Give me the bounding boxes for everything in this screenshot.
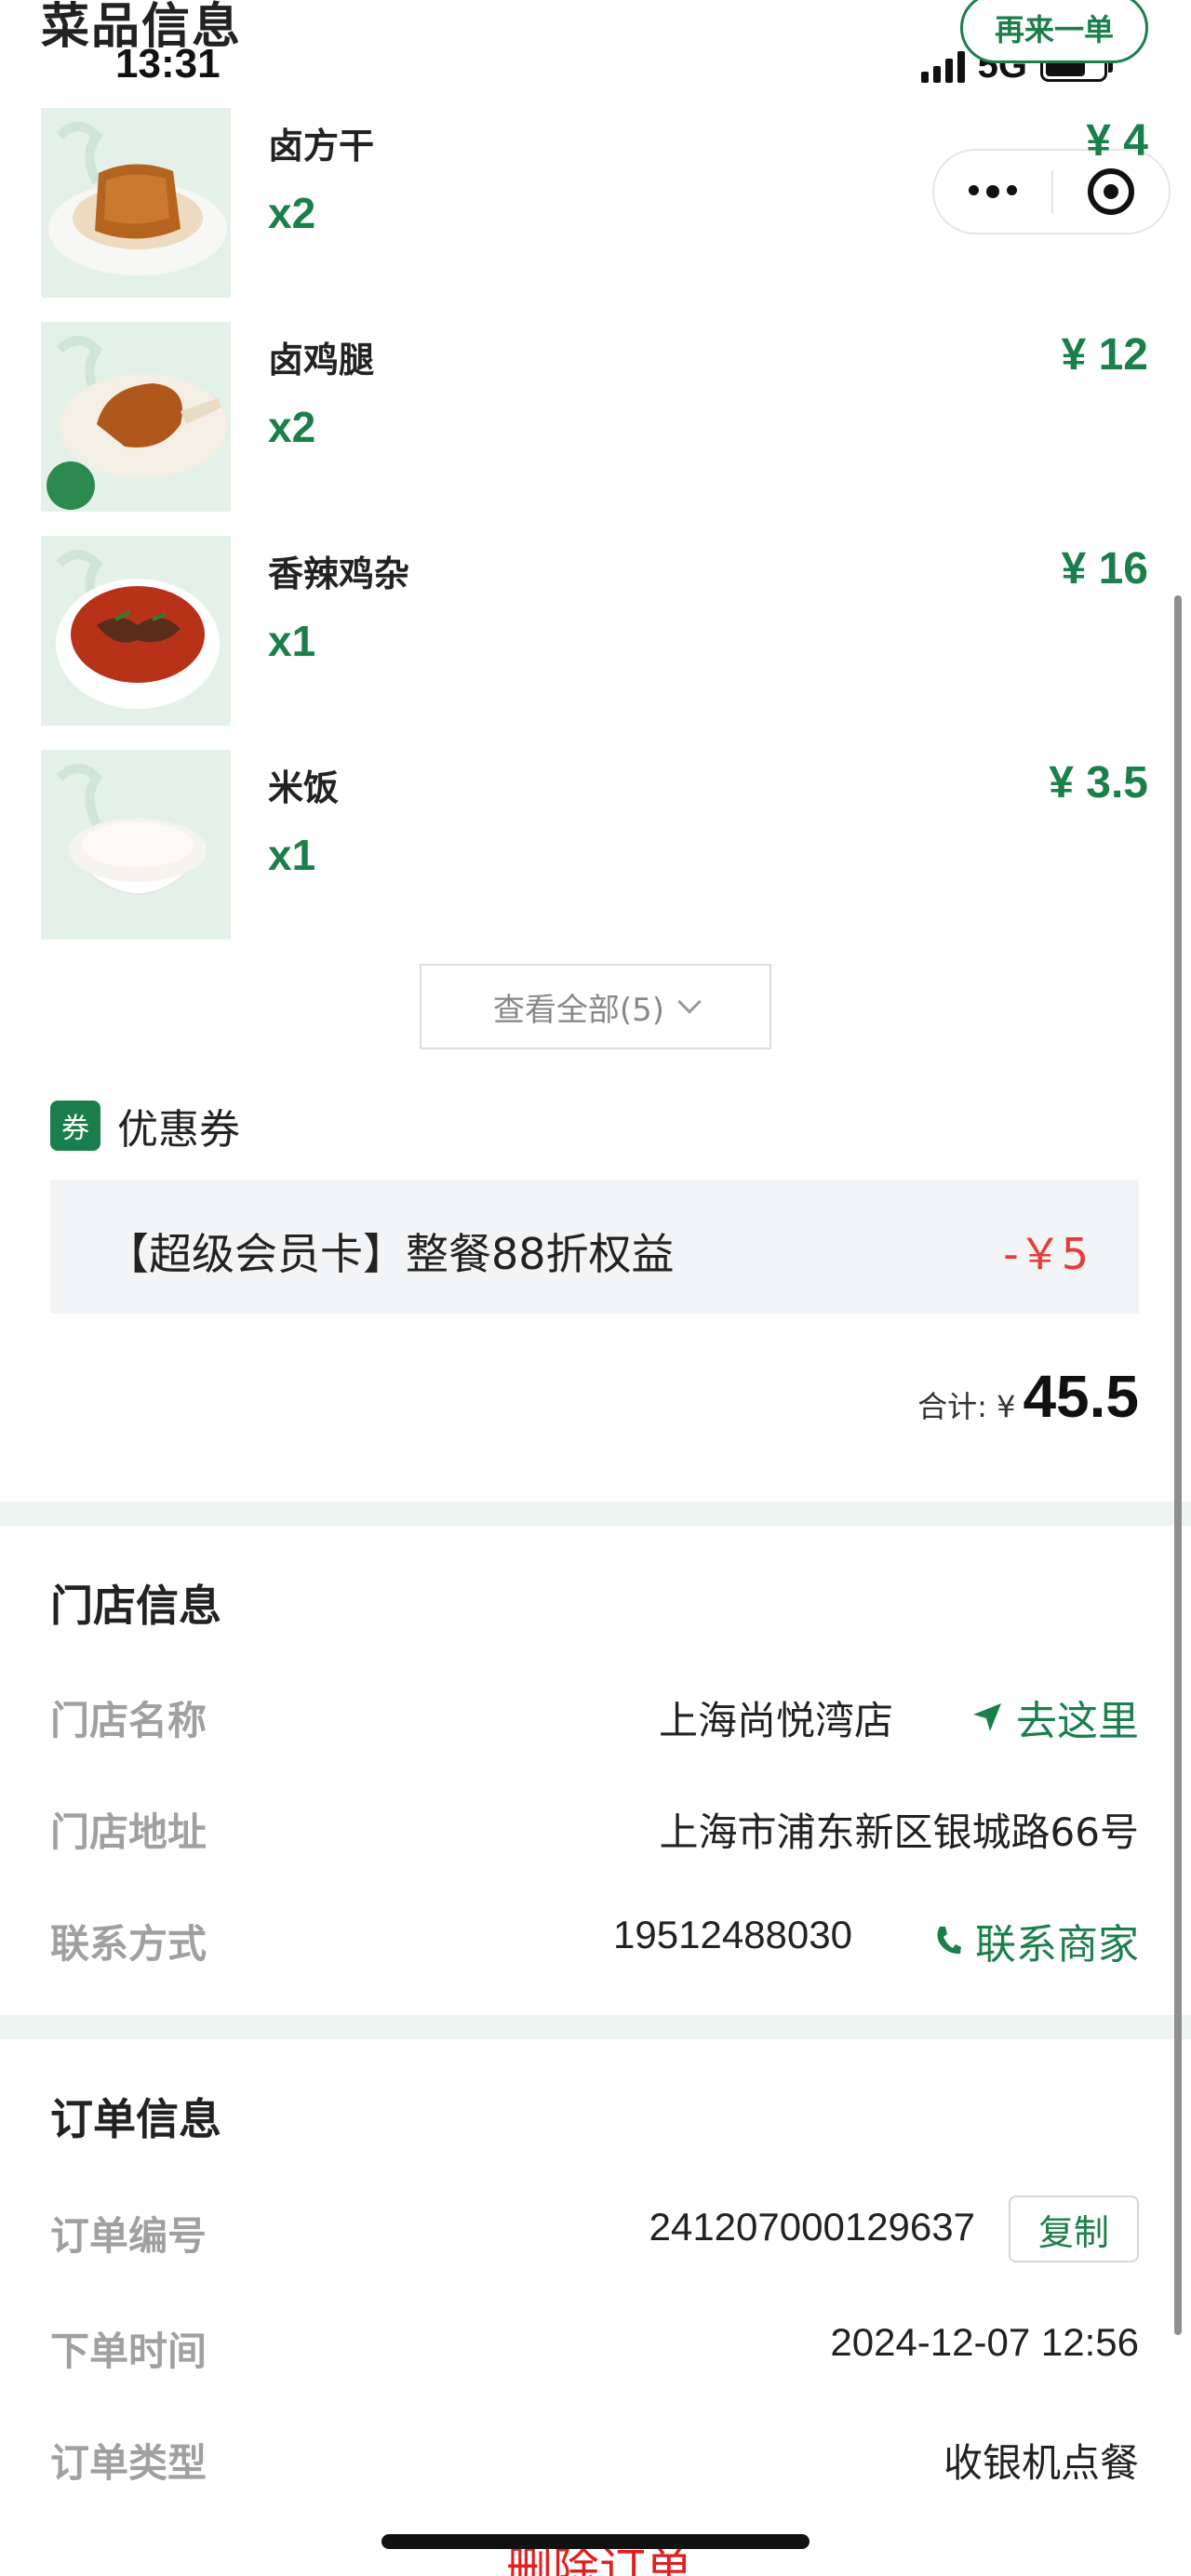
dish-price: ¥ 3.5 [1049, 758, 1148, 808]
store-address-row: 门店地址 上海市浦东新区银城路66号 [50, 1792, 1139, 1857]
reorder-button[interactable]: 再来一单 [960, 0, 1148, 63]
dish-quantity: x1 [268, 831, 316, 879]
store-name-row: 门店名称 上海尚悦湾店 去这里 [50, 1680, 1139, 1745]
order-number-row: 订单编号 241207000129637 复制 [50, 2196, 1139, 2262]
coupon-name: 【超级会员卡】整餐88折权益 [106, 1229, 675, 1279]
dish-image [41, 750, 231, 940]
dish-name: 卤鸡腿 [268, 340, 375, 380]
navigate-label: 去这里 [1016, 1698, 1139, 1745]
dish-item: 卤方干 x2 ¥ 4 [41, 108, 1148, 298]
order-time-label: 下单时间 [50, 2329, 207, 2374]
store-contact-label: 联系方式 [50, 1921, 207, 1967]
coupon-amount: -￥5 [1003, 1229, 1089, 1279]
dish-name: 米饭 [268, 767, 340, 808]
navigation-arrow-icon [973, 1703, 1001, 1731]
dish-item: 香辣鸡杂 x1 ¥ 16 [41, 536, 1148, 726]
dish-quantity: x2 [268, 189, 316, 237]
order-time-value: 2024-12-07 12:56 [830, 2320, 1139, 2364]
status-time: 13:31 [115, 41, 221, 87]
coupon-icon: 券 [50, 1101, 100, 1151]
view-all-label: 查看全部(5) [492, 991, 665, 1029]
order-type-row: 订单类型 收银机点餐 [50, 2423, 1139, 2488]
dish-item: 米饭 x1 ¥ 3.5 [41, 750, 1148, 940]
dish-image [41, 536, 231, 726]
store-contact-row: 联系方式 19512488030 联系商家 [50, 1903, 1139, 1969]
dish-price: ¥ 16 [1061, 544, 1148, 594]
total-value: 45.5 [1023, 1363, 1139, 1430]
order-info-title: 订单信息 [50, 2094, 221, 2144]
store-info-title: 门店信息 [50, 1581, 221, 1631]
order-time-row: 下单时间 2024-12-07 12:56 [50, 2311, 1139, 2376]
coupon-item: 【超级会员卡】整餐88折权益 -￥5 [50, 1180, 1139, 1314]
dish-name: 香辣鸡杂 [268, 554, 410, 594]
dish-price: ¥ 4 [1086, 116, 1148, 166]
signal-icon [920, 49, 965, 83]
order-number-value: 241207000129637 [649, 2205, 975, 2249]
home-indicator [381, 2534, 810, 2549]
coupon-header: 券 优惠券 [50, 1096, 240, 1155]
store-address-value: 上海市浦东新区银城路66号 [659, 1809, 1139, 1855]
navigate-button[interactable]: 去这里 [971, 1688, 1139, 1747]
dish-name: 卤方干 [268, 126, 375, 167]
contact-merchant-label: 联系商家 [975, 1921, 1139, 1969]
order-total: 合计: ¥ 45.5 [917, 1362, 1139, 1431]
total-label: 合计: ¥ [917, 1389, 1016, 1424]
view-all-button[interactable]: 查看全部(5) [420, 964, 771, 1049]
dish-image [41, 108, 231, 298]
coupon-title: 优惠券 [117, 1106, 240, 1154]
dish-item: 卤鸡腿 x2 ¥ 12 [41, 322, 1148, 512]
store-name-label: 门店名称 [50, 1698, 207, 1743]
dish-quantity: x2 [268, 403, 316, 451]
order-type-value: 收银机点餐 [943, 2440, 1139, 2486]
scrollbar[interactable] [1174, 595, 1182, 2335]
section-divider [0, 2015, 1191, 2039]
store-name-value: 上海尚悦湾店 [658, 1698, 893, 1743]
section-divider [0, 1502, 1191, 1526]
dish-quantity: x1 [268, 617, 316, 665]
order-type-label: 订单类型 [50, 2440, 207, 2486]
copy-button[interactable]: 复制 [1009, 2196, 1139, 2262]
store-phone-value: 19512488030 [613, 1913, 852, 1956]
phone-icon [937, 1927, 961, 1955]
dish-price: ¥ 12 [1061, 330, 1148, 380]
contact-merchant-button[interactable]: 联系商家 [934, 1911, 1139, 1970]
store-address-label: 门店地址 [50, 1809, 207, 1855]
order-number-label: 订单编号 [50, 2213, 207, 2259]
dish-image [41, 322, 231, 512]
chevron-down-icon [677, 990, 702, 1014]
